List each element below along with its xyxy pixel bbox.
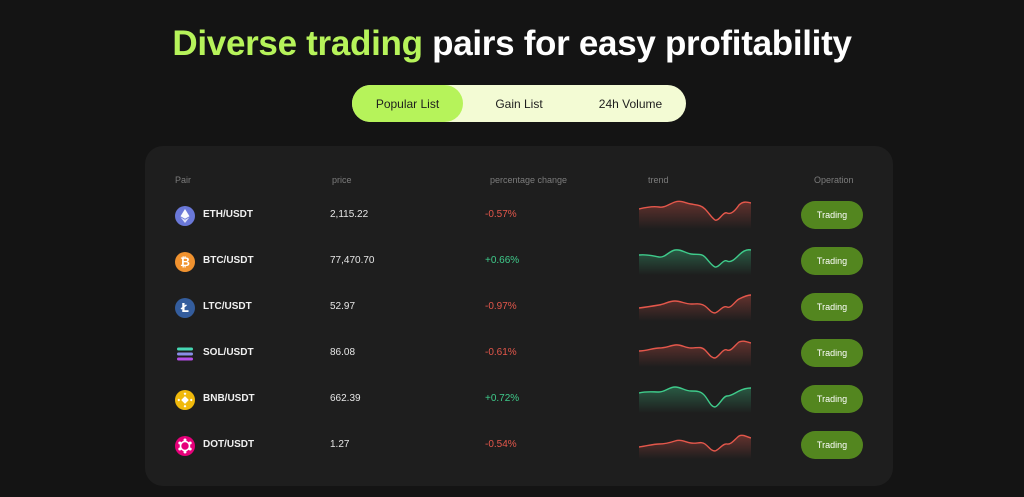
headline-rest: pairs for easy profitability (422, 24, 852, 63)
svg-text:Ł: Ł (180, 301, 189, 315)
pair-change: +0.66% (485, 255, 520, 266)
pair-name: ETH/USDT (203, 209, 253, 220)
bitcoin-icon: ₿ (175, 252, 195, 272)
pair-price: 77,470.70 (330, 255, 375, 266)
page-headline: Diverse trading pairs for easy profitabi… (0, 24, 1024, 64)
table-row: DOT/USDT 1.27 -0.54% Trading (145, 423, 893, 469)
pair-price: 52.97 (330, 301, 356, 312)
pair-price: 1.27 (330, 439, 350, 450)
pair-change: -0.57% (485, 209, 517, 220)
litecoin-icon: Ł (175, 298, 195, 318)
pair-price: 86.08 (330, 347, 356, 358)
polkadot-icon (175, 436, 195, 456)
pair-change: +0.72% (485, 393, 520, 404)
tab-24h-volume[interactable]: 24h Volume (575, 85, 686, 122)
trend-sparkline (639, 434, 751, 459)
header-percentage-change: percentage change (490, 175, 568, 185)
pair-name: DOT/USDT (203, 439, 255, 450)
header-pair: Pair (175, 175, 192, 185)
headline-accent: Diverse trading (172, 24, 423, 63)
header-trend: trend (648, 175, 669, 185)
header-operation: Operation (814, 175, 854, 185)
table-row: BNB/USDT 662.39 +0.72% Trading (145, 377, 893, 423)
ethereum-icon (175, 206, 195, 226)
table-row: ETH/USDT 2,115.22 -0.57% Trading (145, 193, 893, 239)
header-price: price (332, 175, 352, 185)
pair-change: -0.97% (485, 301, 517, 312)
trading-button[interactable]: Trading (801, 385, 863, 413)
trading-button[interactable]: Trading (801, 201, 863, 229)
table-row: ₿ BTC/USDT 77,470.70 +0.66% Trading (145, 239, 893, 285)
tab-gain-list[interactable]: Gain List (463, 85, 575, 122)
svg-text:₿: ₿ (180, 255, 190, 269)
bnb-icon (175, 390, 195, 410)
trend-sparkline (639, 249, 751, 275)
solana-icon (177, 347, 193, 361)
pair-price: 2,115.22 (330, 209, 369, 220)
pair-name: LTC/USDT (203, 301, 252, 312)
pair-change: -0.61% (485, 347, 517, 358)
trend-sparkline (639, 200, 751, 229)
pair-name: SOL/USDT (203, 347, 254, 358)
pair-price: 662.39 (330, 393, 361, 404)
trading-button[interactable]: Trading (801, 293, 863, 321)
trend-sparkline (639, 294, 751, 321)
trading-button[interactable]: Trading (801, 339, 863, 367)
trading-button[interactable]: Trading (801, 431, 863, 459)
list-tabs: Popular List Gain List 24h Volume (352, 85, 686, 122)
tab-popular-list[interactable]: Popular List (352, 85, 463, 122)
pair-change: -0.54% (485, 439, 517, 450)
trading-pairs-table: Pair price percentage change trend Opera… (145, 146, 893, 486)
trading-button[interactable]: Trading (801, 247, 863, 275)
table-row: Ł LTC/USDT 52.97 -0.97% Trading (145, 285, 893, 331)
pair-name: BTC/USDT (203, 255, 254, 266)
table-row: SOL/USDT 86.08 -0.61% Trading (145, 331, 893, 377)
trend-sparkline (639, 340, 751, 367)
trend-sparkline (639, 386, 751, 413)
pair-name: BNB/USDT (203, 393, 255, 404)
